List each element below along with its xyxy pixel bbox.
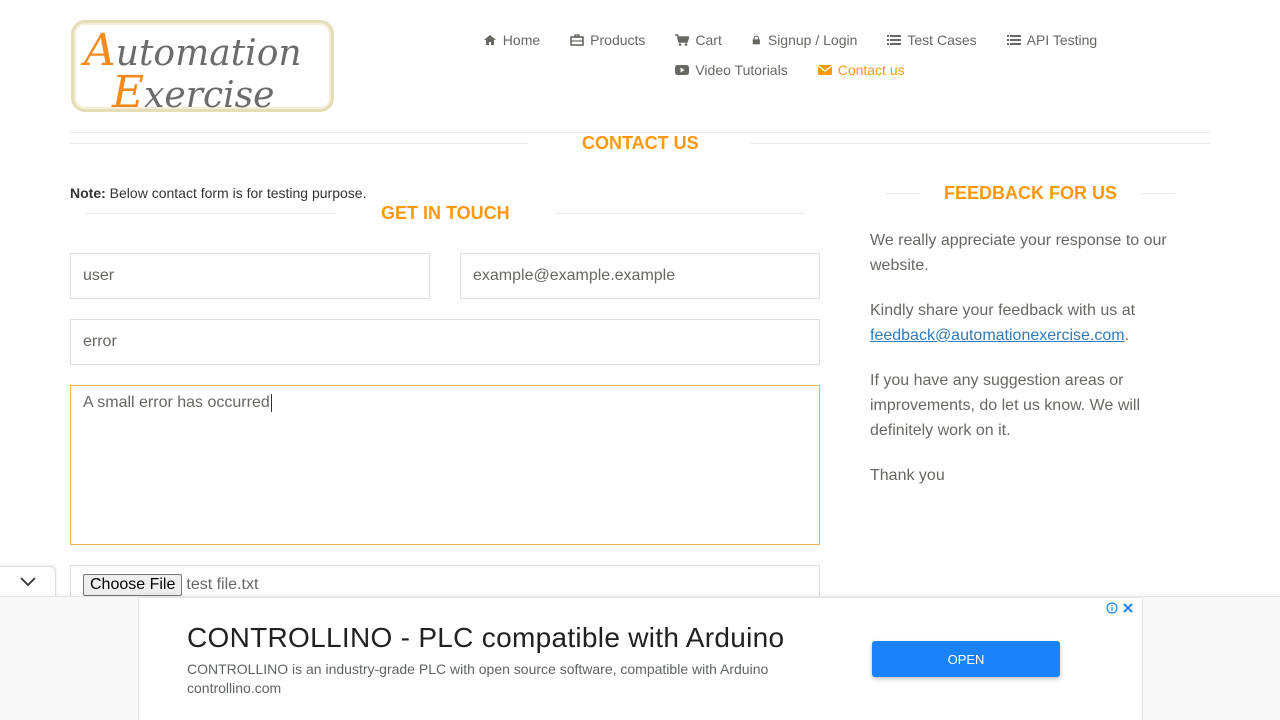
- nav-contact-us[interactable]: Contact us: [803, 60, 920, 80]
- nav-cart[interactable]: Cart: [660, 30, 736, 50]
- nav-home[interactable]: Home: [468, 30, 555, 50]
- subject-input-value: error: [83, 333, 117, 350]
- nav-signup-login[interactable]: Signup / Login: [737, 30, 873, 50]
- nav-video-tutorials[interactable]: Video Tutorials: [660, 60, 802, 80]
- feedback-title: Feedback For Us: [944, 183, 1118, 203]
- nav-cart-label: Cart: [695, 32, 722, 48]
- ad-banner: CONTROLLINO - PLC compatible with Arduin…: [0, 596, 1280, 720]
- choose-file-button[interactable]: Choose File: [83, 574, 183, 596]
- logo-line-2: Exercise: [112, 67, 275, 118]
- chevron-down-icon: [19, 576, 36, 586]
- ad-open-button[interactable]: OPEN: [872, 641, 1060, 677]
- nav-test-cases-label: Test Cases: [907, 32, 977, 48]
- nav-signup-login-label: Signup / Login: [767, 32, 858, 48]
- ad-controls: [1106, 602, 1134, 614]
- title-rule-right: [751, 143, 1210, 144]
- list-icon: [1006, 35, 1021, 45]
- lock-icon: [752, 35, 760, 45]
- site-logo[interactable]: Automation Exercise: [71, 20, 334, 118]
- email-input-value: example@example.example: [473, 267, 676, 284]
- nav-products-label: Products: [590, 32, 646, 48]
- envelope-icon: [817, 65, 832, 75]
- form-note: Note: Below contact form is for testing …: [70, 185, 367, 201]
- feedback-paragraph-1: We really appreciate your response to ou…: [870, 232, 1167, 274]
- home-icon: [483, 35, 496, 45]
- nav-home-label: Home: [502, 32, 541, 48]
- feedback-paragraph-4: Thank you: [870, 467, 945, 484]
- nav-products[interactable]: Products: [555, 30, 660, 50]
- ad-domain: controllino.com: [187, 680, 282, 696]
- feedback-rule-left: [885, 193, 920, 194]
- selected-file-name: test file.txt: [186, 576, 259, 593]
- ad-info-icon[interactable]: [1106, 602, 1118, 614]
- title-rule-left: [70, 143, 528, 144]
- briefcase-icon: [570, 34, 584, 46]
- ad-description: CONTROLLINO is an industry-grade PLC wit…: [187, 661, 769, 677]
- get-in-touch-rule-right: [555, 213, 805, 214]
- text-caret: [270, 394, 272, 412]
- page: Automation Exercise Home Products Cart S…: [0, 0, 1280, 720]
- feedback-email-link[interactable]: feedback@automationexercise.com: [870, 327, 1125, 344]
- nav-row-2: Video Tutorials Contact us: [420, 60, 1160, 80]
- message-textarea-value: A small error has occurred: [83, 394, 270, 411]
- get-in-touch-rule-left: [85, 213, 335, 214]
- feedback-paragraph-3: If you have any suggestion areas or impr…: [870, 372, 1141, 439]
- nav-row-1: Home Products Cart Signup / Login Test C…: [420, 30, 1160, 50]
- ad-content[interactable]: CONTROLLINO - PLC compatible with Arduin…: [138, 597, 1143, 720]
- subject-input[interactable]: error: [70, 319, 820, 365]
- nav-video-tutorials-label: Video Tutorials: [695, 62, 788, 78]
- message-textarea[interactable]: A small error has occurred: [70, 385, 820, 545]
- nav-test-cases[interactable]: Test Cases: [872, 30, 991, 50]
- name-input-value: user: [83, 267, 115, 284]
- contact-us-title: Contact Us: [582, 133, 699, 153]
- main-nav: Home Products Cart Signup / Login Test C…: [420, 30, 1160, 80]
- nav-contact-us-label: Contact us: [837, 62, 905, 78]
- ad-close-icon[interactable]: [1122, 602, 1134, 614]
- youtube-icon: [675, 65, 690, 75]
- nav-api-testing-label: API Testing: [1026, 32, 1098, 48]
- name-input[interactable]: user: [70, 253, 430, 299]
- get-in-touch-title: Get In Touch: [381, 203, 510, 223]
- cart-icon: [675, 34, 690, 46]
- ad-title[interactable]: CONTROLLINO - PLC compatible with Arduin…: [187, 622, 784, 654]
- feedback-rule-right: [1140, 193, 1175, 194]
- list-icon: [887, 35, 902, 45]
- ad-collapse-toggle[interactable]: [0, 566, 56, 596]
- feedback-paragraph-2: Kindly share your feedback with us at fe…: [870, 302, 1136, 344]
- email-input[interactable]: example@example.example: [460, 253, 820, 299]
- nav-api-testing[interactable]: API Testing: [992, 30, 1113, 50]
